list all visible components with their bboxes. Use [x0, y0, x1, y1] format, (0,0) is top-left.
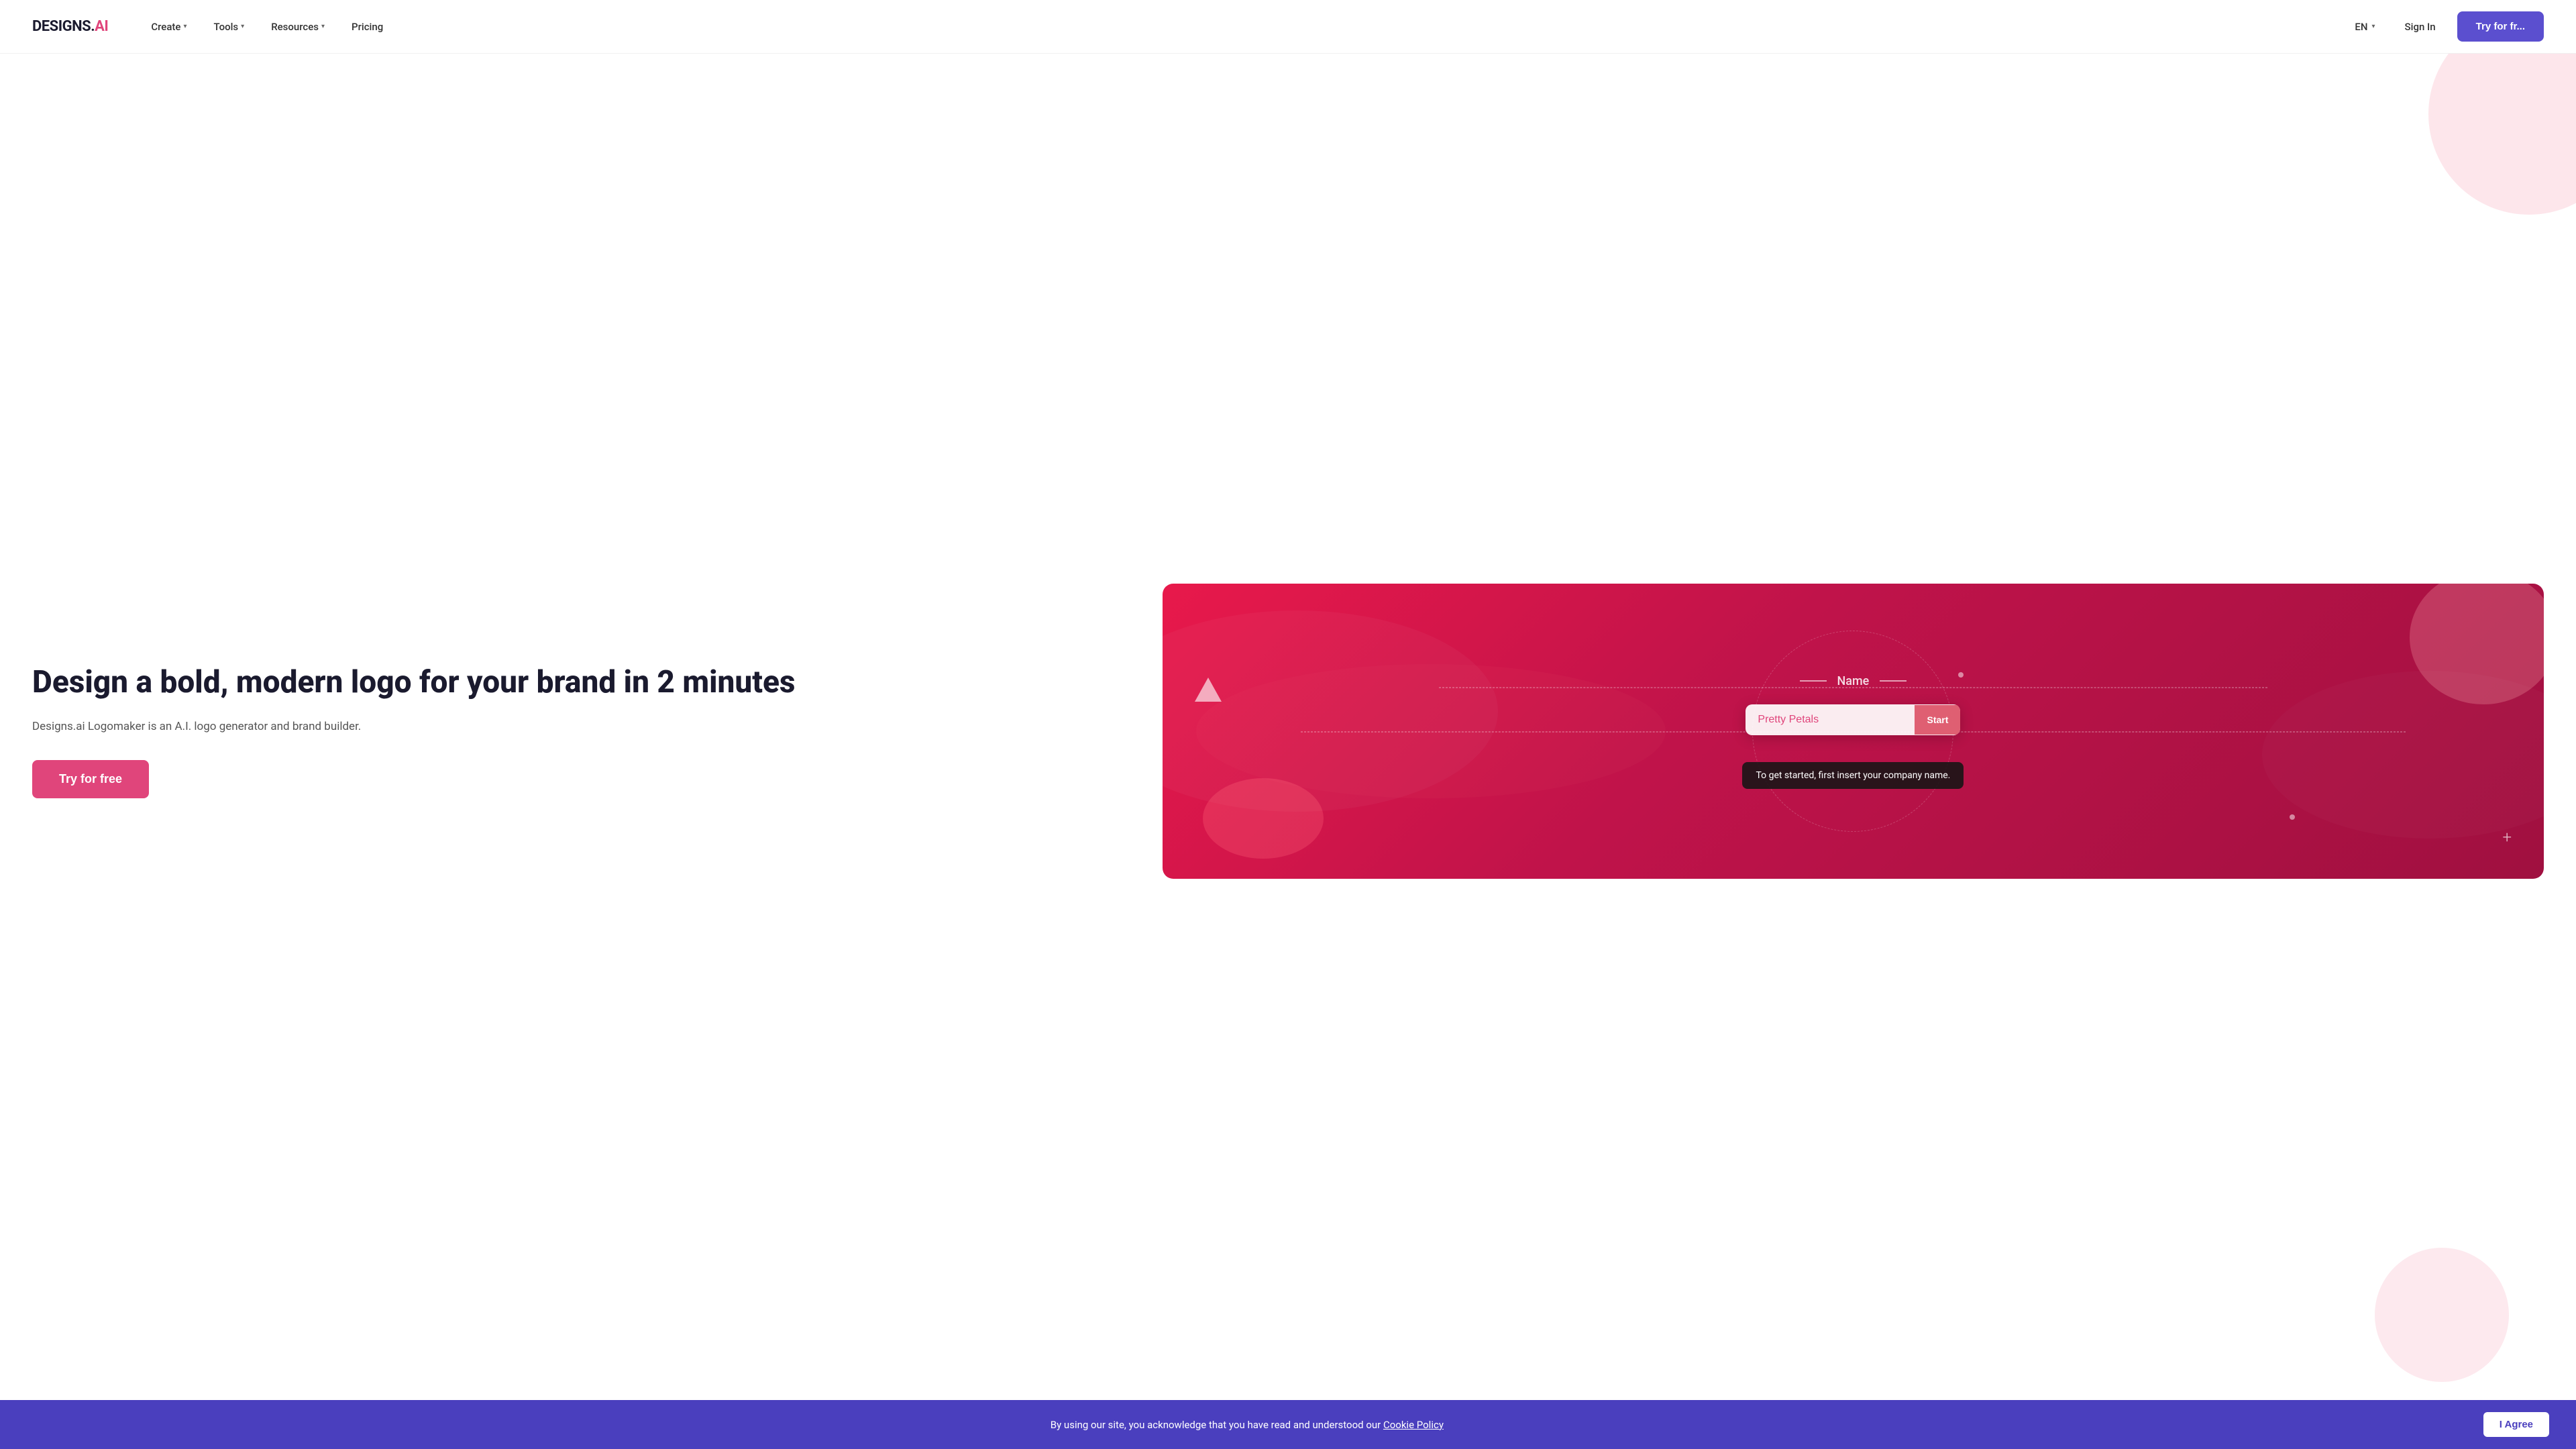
nav-links: Create ▾ Tools ▾ Resources ▾ Pricing: [140, 15, 2347, 38]
try-for-free-nav-button[interactable]: Try for fr...: [2457, 11, 2544, 42]
sign-in-link[interactable]: Sign In: [2394, 15, 2447, 38]
hero-section: Design a bold, modern logo for your bran…: [0, 54, 2576, 1409]
chevron-down-icon: ▾: [2372, 23, 2375, 30]
tooltip: To get started, first insert your compan…: [1742, 762, 1964, 789]
demo-card: + Name Start To get started, first inser…: [1163, 584, 2544, 879]
hero-left: Design a bold, modern logo for your bran…: [32, 664, 1163, 798]
plus-icon: +: [2502, 828, 2512, 847]
language-selector[interactable]: EN ▾: [2347, 15, 2383, 38]
hero-right: + Name Start To get started, first inser…: [1163, 584, 2544, 879]
logo-text: DESIGNS.AI: [32, 18, 108, 35]
chevron-down-icon: ▾: [321, 23, 325, 30]
dot-2: [2290, 814, 2295, 820]
dot-1: [1958, 672, 1964, 678]
nav-item-tools[interactable]: Tools ▾: [203, 15, 255, 38]
nav-item-pricing[interactable]: Pricing: [341, 15, 394, 38]
chevron-down-icon: ▾: [241, 23, 244, 30]
company-name-input[interactable]: [1746, 704, 1915, 735]
cookie-text: By using our site, you acknowledge that …: [27, 1419, 2467, 1431]
nav-item-create[interactable]: Create ▾: [140, 15, 197, 38]
nav-item-resources[interactable]: Resources ▾: [260, 15, 335, 38]
wave-2: [2262, 671, 2544, 839]
name-dash-right: [1880, 680, 1907, 682]
try-for-free-hero-button[interactable]: Try for free: [32, 760, 149, 798]
hero-title: Design a bold, modern logo for your bran…: [32, 664, 1136, 701]
triangle-icon: [1195, 678, 1222, 702]
navbar: DESIGNS.AI Create ▾ Tools ▾ Resources ▾ …: [0, 0, 2576, 54]
demo-input-wrapper: Start: [1746, 704, 1960, 735]
name-label: Name: [1800, 674, 1907, 688]
chevron-down-icon: ▾: [183, 23, 186, 30]
logo[interactable]: DESIGNS.AI: [32, 18, 108, 35]
name-dash-left: [1800, 680, 1827, 682]
hero-subtitle: Designs.ai Logomaker is an A.I. logo gen…: [32, 718, 1136, 736]
wave-3: [1196, 664, 1666, 798]
cookie-policy-link[interactable]: Cookie Policy: [1383, 1419, 1444, 1431]
cookie-banner: By using our site, you acknowledge that …: [0, 1400, 2576, 1449]
nav-right: EN ▾ Sign In Try for fr...: [2347, 11, 2544, 42]
cookie-agree-button[interactable]: I Agree: [2483, 1412, 2549, 1437]
start-button[interactable]: Start: [1915, 705, 1960, 735]
